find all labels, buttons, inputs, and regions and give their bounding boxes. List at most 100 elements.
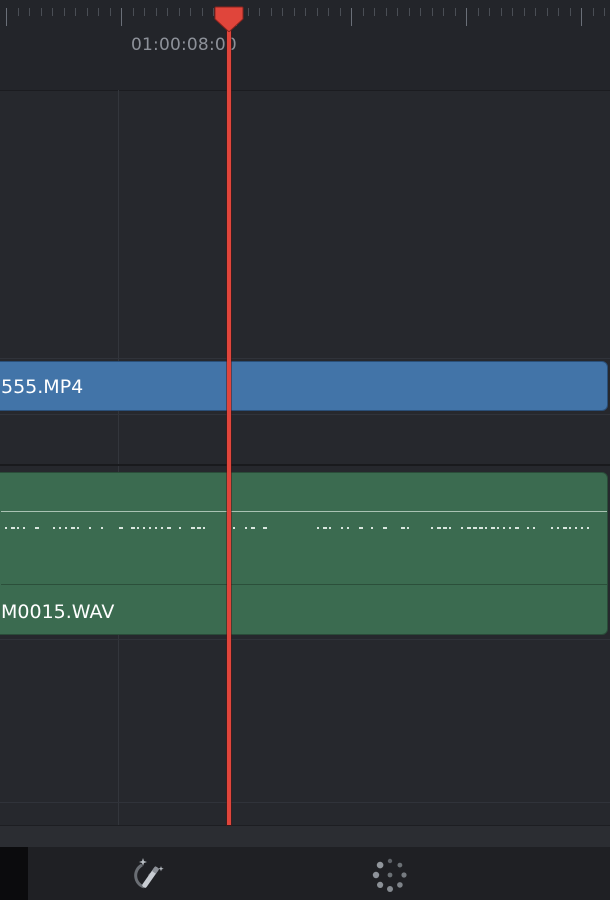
waveform-peak xyxy=(251,527,255,529)
timeline-scrollbar[interactable] xyxy=(0,825,610,848)
waveform-peak xyxy=(503,527,505,529)
loading-spinner-icon[interactable] xyxy=(370,855,410,895)
playhead-line[interactable] xyxy=(227,18,231,825)
ruler-tick xyxy=(98,8,99,16)
waveform-peak xyxy=(77,527,79,529)
track-line xyxy=(0,639,610,640)
waveform-peak xyxy=(119,527,123,529)
waveform-peak xyxy=(587,527,589,529)
playhead-handle[interactable] xyxy=(213,5,245,33)
waveform-peak xyxy=(143,527,145,529)
waveform-peak xyxy=(245,527,247,529)
waveform-peak xyxy=(581,527,583,529)
waveform-peak xyxy=(467,527,471,529)
ruler-tick xyxy=(363,8,364,16)
waveform-peak xyxy=(5,527,7,529)
waveform-peak xyxy=(569,527,571,529)
waveform-peak xyxy=(563,527,567,529)
waveform-peak xyxy=(23,527,25,529)
ruler-tick xyxy=(29,8,30,16)
audio-clip[interactable]: M0015.WAV xyxy=(0,472,608,635)
waveform-peak xyxy=(479,527,483,529)
ruler-tick xyxy=(328,8,329,16)
waveform-peak xyxy=(341,527,343,529)
audio-clip-divider xyxy=(1,584,607,585)
waveform-peak xyxy=(197,527,201,529)
ruler-tick xyxy=(282,8,283,16)
video-clip[interactable]: 555.MP4 xyxy=(0,361,608,411)
ruler-tick xyxy=(248,8,249,16)
waveform-peak xyxy=(317,527,319,529)
timeline-panel: 01:00:08:00 555.MP4 M0015.WAV xyxy=(0,0,610,900)
ruler-tick xyxy=(294,8,295,16)
waveform-peak xyxy=(137,527,139,529)
ruler-tick xyxy=(52,8,53,16)
waveform-peak xyxy=(371,527,373,529)
ruler-tick xyxy=(110,8,111,16)
ruler-tick xyxy=(271,8,272,16)
video-audio-divider xyxy=(0,464,610,466)
waveform-peak xyxy=(17,527,19,529)
track-line xyxy=(0,358,610,359)
ruler-tick xyxy=(41,8,42,16)
waveform-peak xyxy=(383,527,387,529)
waveform-peak xyxy=(65,527,67,529)
ruler-tick xyxy=(386,8,387,16)
video-clip-label: 555.MP4 xyxy=(1,376,84,398)
waveform-peak xyxy=(551,527,553,529)
waveform-peak xyxy=(359,527,363,529)
ruler-tick xyxy=(535,8,536,16)
ruler-tick xyxy=(64,8,65,16)
ruler-tick xyxy=(420,8,421,16)
ruler-tick xyxy=(443,8,444,16)
magic-wand-icon[interactable] xyxy=(130,855,170,895)
waveform-peak xyxy=(233,527,235,529)
grid-line xyxy=(118,90,119,825)
waveform-peak xyxy=(431,527,433,529)
ruler-tick xyxy=(501,8,502,16)
ruler-tick xyxy=(351,8,352,26)
ruler-tick xyxy=(489,8,490,16)
ruler-tick xyxy=(18,8,19,16)
waveform-peak xyxy=(71,527,75,529)
waveform-peak xyxy=(59,527,61,529)
ruler-tick xyxy=(409,8,410,16)
ruler-tick xyxy=(87,8,88,16)
waveform-peak xyxy=(473,527,477,529)
waveform-peak xyxy=(161,527,163,529)
audio-clip-label: M0015.WAV xyxy=(1,601,115,623)
ruler-tick xyxy=(121,8,122,26)
waveform-peak xyxy=(35,527,39,529)
ruler-tick xyxy=(581,8,582,26)
ruler-tick xyxy=(558,8,559,16)
waveform-peak xyxy=(401,527,405,529)
waveform-peak xyxy=(515,527,519,529)
waveform-peak xyxy=(557,527,559,529)
waveform-peak xyxy=(203,527,205,529)
waveform-peak xyxy=(527,527,529,529)
waveform-peak xyxy=(155,527,157,529)
waveform-peak xyxy=(461,527,463,529)
waveform-peak xyxy=(179,527,181,529)
ruler-tick xyxy=(305,8,306,16)
ruler-tick xyxy=(259,8,260,16)
waveform-peak xyxy=(329,527,331,529)
ruler-tick xyxy=(512,8,513,16)
waveform-peak xyxy=(323,527,327,529)
ruler-tick xyxy=(604,8,605,16)
ruler-tick xyxy=(75,8,76,16)
waveform-peak xyxy=(491,527,495,529)
ruler-tick xyxy=(317,8,318,16)
waveform-peak xyxy=(449,527,451,529)
waveform-peak xyxy=(11,527,15,529)
ruler-tick xyxy=(547,8,548,16)
track-line xyxy=(0,802,610,803)
waveform-peak xyxy=(497,527,499,529)
waveform-peak xyxy=(167,527,171,529)
ruler-tick xyxy=(190,8,191,16)
waveform-peak xyxy=(263,527,267,529)
timecode-ruler[interactable]: 01:00:08:00 xyxy=(0,0,610,91)
waveform-peak xyxy=(509,527,511,529)
ruler-tick xyxy=(6,8,7,26)
waveform-peak xyxy=(347,527,349,529)
